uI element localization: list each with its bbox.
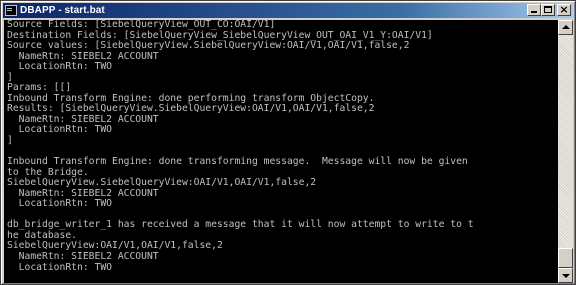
maximize-icon: [544, 6, 552, 13]
console-line: NameRtn: SIEBEL2 ACCOUNT: [7, 251, 159, 263]
scroll-up-button[interactable]: [558, 20, 573, 35]
console-line: ]: [7, 135, 13, 147]
close-icon: ×: [559, 3, 569, 16]
close-button[interactable]: ×: [557, 3, 571, 16]
console-line: db_bridge_writer_1 has received a messag…: [7, 219, 474, 231]
window-title: DBAPP - start.bat: [20, 5, 105, 16]
maximize-button[interactable]: [541, 4, 555, 16]
console-line: LocationRtn: TWO: [7, 61, 112, 73]
arrow-up-icon: [562, 25, 570, 29]
minimize-button[interactable]: [527, 4, 541, 16]
title-bar-buttons: ×: [527, 3, 571, 16]
title-bar[interactable]: DBAPP - start.bat ×: [3, 3, 573, 18]
console-icon[interactable]: [5, 5, 17, 16]
console-line: Source Fields: [SiebelQueryView_OUT_CO:O…: [7, 20, 276, 30]
console-output[interactable]: Source Fields: [SiebelQueryView_OUT_CO:O…: [4, 20, 558, 283]
console-line: LocationRtn: TWO: [7, 261, 112, 273]
console-window: DBAPP - start.bat × Source Fields: [Sieb…: [0, 0, 576, 285]
scroll-down-button[interactable]: [558, 268, 573, 283]
scrollbar-thumb[interactable]: [558, 248, 573, 268]
console-line: Inbound Transform Engine: done transform…: [7, 156, 468, 168]
console-text: Source Fields: [SiebelQueryView_OUT_CO:O…: [4, 20, 558, 283]
minimize-icon: [531, 11, 537, 13]
vertical-scrollbar[interactable]: [558, 20, 573, 283]
console-line: LocationRtn: TWO: [7, 124, 112, 136]
console-line: LocationRtn: TWO: [7, 198, 112, 210]
arrow-down-icon: [562, 274, 570, 278]
console-line: ]: [7, 71, 13, 83]
